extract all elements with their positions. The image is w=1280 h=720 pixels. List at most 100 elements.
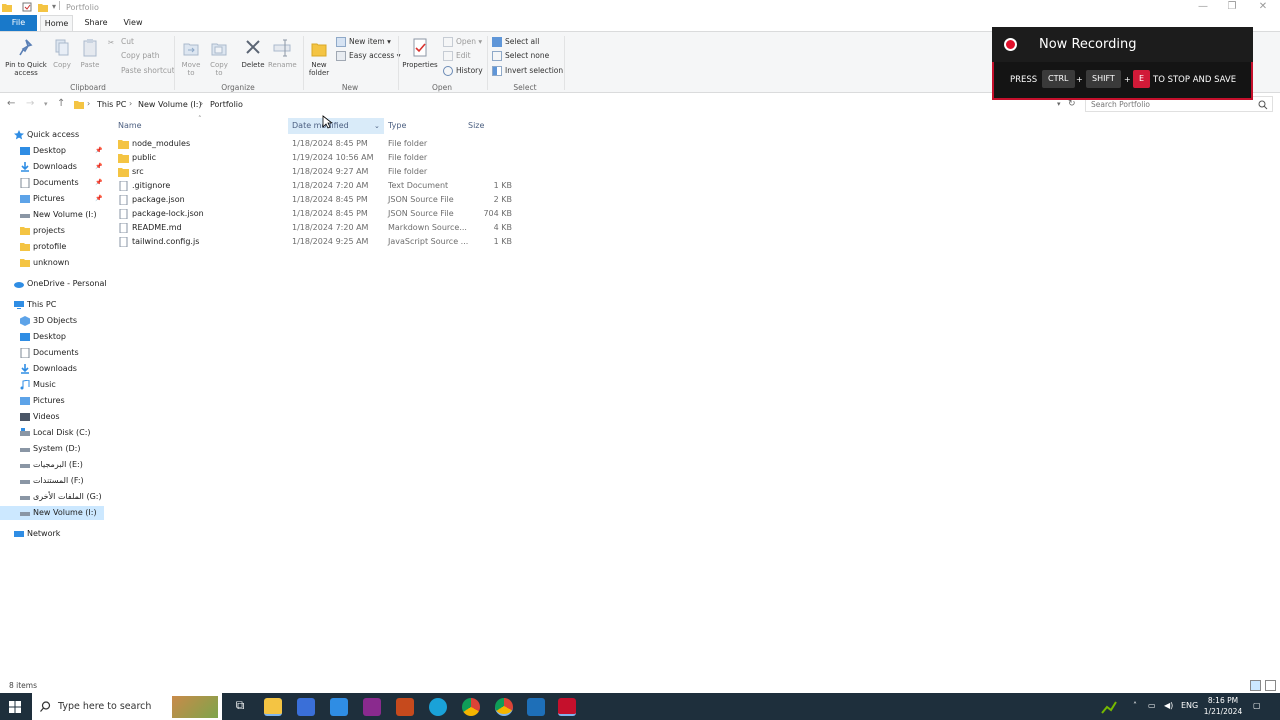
tab-share[interactable]: Share [80,15,112,31]
forward-arrow-icon[interactable]: → [26,98,34,109]
nav-pc-item[interactable]: المستندات (F:) [0,474,104,488]
taskbar-clock[interactable]: 8:16 PM 1/21/2024 [1200,695,1246,717]
open-button[interactable]: Open ▾ [443,36,482,48]
tab-file[interactable]: File [0,15,37,31]
new-folder-button[interactable]: New folder [306,38,332,77]
file-row[interactable]: node_modules 1/18/2024 8:45 PM File folder [114,137,524,151]
nav-quick-item[interactable]: Pictures 📌 [0,192,104,206]
column-header-name[interactable]: Name [118,118,286,134]
nav-onedrive[interactable]: OneDrive - Personal [0,277,107,291]
nav-pc-item[interactable]: Music [0,378,104,392]
pin-icon[interactable]: 📌 [95,192,102,206]
pin-icon[interactable]: 📌 [95,144,102,158]
app-taskbar-icon[interactable] [363,698,381,716]
tab-view[interactable]: View [117,15,149,31]
chrome-profile-taskbar-icon[interactable] [495,698,513,716]
easy-access-button[interactable]: Easy access ▾ [336,50,401,62]
nav-this-pc[interactable]: This PC [0,298,104,312]
task-view-icon[interactable]: ⧉ [231,698,249,716]
chrome-taskbar-icon[interactable] [462,698,480,716]
store-taskbar-icon[interactable] [297,698,315,716]
file-row[interactable]: package-lock.json 1/18/2024 8:45 PM JSON S… [114,207,524,221]
back-arrow-icon[interactable]: ← [7,98,15,109]
paste-button[interactable]: Paste [78,38,102,69]
grid-app-taskbar-icon[interactable] [396,698,414,716]
vscode-taskbar-icon[interactable] [527,698,545,716]
gpu-tray-icon[interactable] [1100,698,1118,716]
nav-quick-item[interactable]: Desktop 📌 [0,144,104,158]
nav-pc-item[interactable]: System (D:) [0,442,104,456]
taskbar-search-box[interactable]: Type here to search [32,693,222,720]
show-hidden-icons-icon[interactable]: ˄ [1133,701,1137,710]
nav-quick-item[interactable]: Documents 📌 [0,176,104,190]
invert-selection-button[interactable]: Invert selection [492,65,563,77]
nav-pc-item[interactable]: Pictures [0,394,104,408]
file-explorer-taskbar-icon[interactable] [264,698,282,716]
copy-to-button[interactable]: Copy to [206,38,232,77]
edit-button[interactable]: Edit [443,50,471,62]
nav-quick-item[interactable]: protofile [0,240,104,254]
file-row[interactable]: .gitignore 1/18/2024 7:20 AM Text Document… [114,179,524,193]
paste-shortcut-button[interactable]: Paste shortcut [108,65,175,77]
nav-quick-item[interactable]: unknown [0,256,104,270]
pin-icon[interactable]: 📌 [95,160,102,174]
edge-taskbar-icon[interactable] [429,698,447,716]
search-input[interactable]: Search Portfolio [1091,100,1150,109]
file-row[interactable]: public 1/19/2024 10:56 AM File folder [114,151,524,165]
windows-start-icon[interactable] [9,701,21,713]
properties-quick-icon[interactable] [22,2,32,12]
nav-quick-item[interactable]: Downloads 📌 [0,160,104,174]
breadcrumb-portfolio[interactable]: Portfolio [210,100,243,109]
pin-icon[interactable]: 📌 [95,176,102,190]
column-header-date-modified[interactable]: Date modified ⌄ [288,118,384,134]
address-bar[interactable]: › This PC › New Volume (I:) › Portfolio … [70,96,1080,112]
recorder-taskbar-icon[interactable] [558,698,576,716]
properties-button[interactable]: Properties [401,38,439,69]
breadcrumb-this-pc[interactable]: This PC [97,100,126,109]
select-none-button[interactable]: Select none [492,50,549,62]
file-row[interactable]: package.json 1/18/2024 8:45 PM JSON Source… [114,193,524,207]
history-button[interactable]: History [443,65,483,77]
record-icon[interactable] [1004,38,1017,51]
pin-to-quick-access-button[interactable]: Pin to Quick access [3,38,49,77]
notifications-icon[interactable]: ▢ [1253,701,1261,710]
column-header-type[interactable]: Type [388,118,464,134]
nav-pc-item[interactable]: الملفات الأخرى (G:) [0,490,104,504]
cut-button[interactable]: ✂ Cut [108,36,134,48]
recent-locations-icon[interactable]: ▾ [44,100,48,108]
new-item-button[interactable]: New item ▾ [336,36,391,48]
large-icons-view-icon[interactable] [1265,680,1276,691]
file-row[interactable]: tailwind.config.js 1/18/2024 9:25 AM JavaS… [114,235,524,249]
column-header-size[interactable]: Size [468,118,516,134]
file-row[interactable]: README.md 1/18/2024 7:20 AM Markdown Sourc… [114,221,524,235]
breadcrumb-new-volume[interactable]: New Volume (I:) [138,100,202,109]
details-view-icon[interactable] [1250,680,1261,691]
language-indicator[interactable]: ENG [1181,701,1198,710]
nav-pc-item[interactable]: البرمجيات (E:) [0,458,104,472]
address-dropdown-icon[interactable]: ▾ [1057,100,1061,108]
taskbar-search-input[interactable]: Type here to search [58,701,151,712]
file-row[interactable]: src 1/18/2024 9:27 AM File folder [114,165,524,179]
refresh-icon[interactable]: ↻ [1068,99,1076,109]
nav-pc-item[interactable]: Videos [0,410,104,424]
chevron-down-icon[interactable]: ⌄ [374,118,380,134]
nav-pc-item[interactable]: 3D Objects [0,314,104,328]
select-all-button[interactable]: Select all [492,36,539,48]
nav-quick-item[interactable]: New Volume (I:) [0,208,104,222]
up-arrow-icon[interactable]: ↑ [57,98,65,109]
rename-button[interactable]: Rename [268,38,297,69]
nav-pc-item[interactable]: Local Disk (C:) [0,426,104,440]
mail-taskbar-icon[interactable] [330,698,348,716]
move-to-button[interactable]: Move to [178,38,204,77]
maximize-button[interactable]: ❐ [1217,1,1247,12]
minimize-button[interactable]: — [1188,1,1218,12]
delete-button[interactable]: Delete [240,38,266,69]
nav-network[interactable]: Network [0,527,104,541]
close-button[interactable]: ✕ [1248,1,1278,12]
new-folder-quick-icon[interactable] [38,2,48,12]
nav-pc-item[interactable]: Documents [0,346,104,360]
copy-path-button[interactable]: Copy path [108,50,159,62]
network-tray-icon[interactable]: ▭ [1148,701,1156,710]
nav-pc-item[interactable]: New Volume (I:) [0,506,104,520]
nav-pc-item[interactable]: Downloads [0,362,104,376]
